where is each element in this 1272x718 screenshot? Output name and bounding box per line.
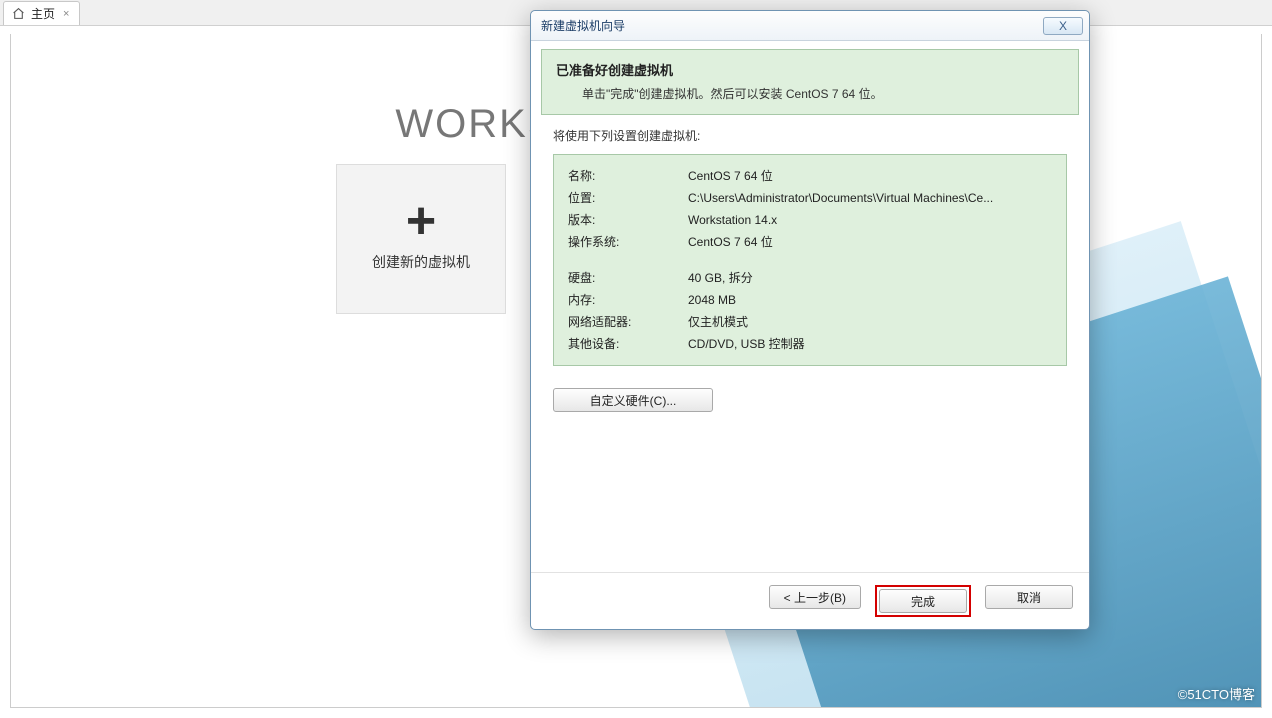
dialog-body: 将使用下列设置创建虚拟机: 名称:CentOS 7 64 位 位置:C:\Use… xyxy=(531,115,1089,572)
button-label: 自定义硬件(C)... xyxy=(590,392,677,409)
summary-row: 位置:C:\Users\Administrator\Documents\Virt… xyxy=(568,187,1052,209)
summary-key: 版本: xyxy=(568,209,688,231)
custom-hardware-row: 自定义硬件(C)... xyxy=(553,388,1067,412)
summary-row: 名称:CentOS 7 64 位 xyxy=(568,165,1052,187)
customize-hardware-button[interactable]: 自定义硬件(C)... xyxy=(553,388,713,412)
button-label: 取消 xyxy=(1017,589,1041,606)
summary-row: 其他设备:CD/DVD, USB 控制器 xyxy=(568,333,1052,355)
summary-value: 2048 MB xyxy=(688,289,1052,311)
summary-box: 名称:CentOS 7 64 位 位置:C:\Users\Administrat… xyxy=(553,154,1067,366)
dialog-intro: 将使用下列设置创建虚拟机: xyxy=(553,127,1067,144)
summary-key: 操作系统: xyxy=(568,231,688,253)
dialog-header-subtitle: 单击"完成"创建虚拟机。然后可以安装 CentOS 7 64 位。 xyxy=(556,85,1064,102)
dialog-title: 新建虚拟机向导 xyxy=(541,17,1043,34)
back-button[interactable]: < 上一步(B) xyxy=(769,585,861,609)
cancel-button[interactable]: 取消 xyxy=(985,585,1073,609)
summary-value: 40 GB, 拆分 xyxy=(688,267,1052,289)
summary-value: C:\Users\Administrator\Documents\Virtual… xyxy=(688,187,1052,209)
close-x-icon: X xyxy=(1059,19,1067,33)
summary-key: 内存: xyxy=(568,289,688,311)
summary-value: 仅主机模式 xyxy=(688,311,1052,333)
summary-row: 版本:Workstation 14.x xyxy=(568,209,1052,231)
summary-row: 操作系统:CentOS 7 64 位 xyxy=(568,231,1052,253)
summary-key: 网络适配器: xyxy=(568,311,688,333)
summary-key: 硬盘: xyxy=(568,267,688,289)
summary-value: CentOS 7 64 位 xyxy=(688,231,1052,253)
create-vm-card[interactable]: + 创建新的虚拟机 xyxy=(336,164,506,314)
dialog-header-title: 已准备好创建虚拟机 xyxy=(556,60,1064,79)
finish-highlight: 完成 xyxy=(875,585,971,617)
summary-key: 名称: xyxy=(568,165,688,187)
dialog-titlebar[interactable]: 新建虚拟机向导 X xyxy=(531,11,1089,41)
tab-label: 主页 xyxy=(31,5,55,22)
dialog-header: 已准备好创建虚拟机 单击"完成"创建虚拟机。然后可以安装 CentOS 7 64… xyxy=(541,49,1079,115)
finish-button[interactable]: 完成 xyxy=(879,589,967,613)
create-vm-label: 创建新的虚拟机 xyxy=(372,252,470,272)
summary-key: 位置: xyxy=(568,187,688,209)
summary-key: 其他设备: xyxy=(568,333,688,355)
watermark: ©51CTO博客 xyxy=(1178,684,1255,703)
summary-value: CD/DVD, USB 控制器 xyxy=(688,333,1052,355)
summary-value: CentOS 7 64 位 xyxy=(688,165,1052,187)
summary-value: Workstation 14.x xyxy=(688,209,1052,231)
dialog-close-button[interactable]: X xyxy=(1043,17,1083,35)
dialog-footer: < 上一步(B) 完成 取消 xyxy=(531,572,1089,629)
summary-row: 硬盘:40 GB, 拆分 xyxy=(568,267,1052,289)
summary-row: 网络适配器:仅主机模式 xyxy=(568,311,1052,333)
plus-icon: + xyxy=(406,206,436,237)
summary-row: 内存:2048 MB xyxy=(568,289,1052,311)
button-label: 完成 xyxy=(911,593,935,610)
close-icon[interactable]: × xyxy=(61,8,71,20)
tab-home[interactable]: 主页 × xyxy=(3,1,80,25)
button-label: < 上一步(B) xyxy=(784,589,846,606)
wizard-dialog: 新建虚拟机向导 X 已准备好创建虚拟机 单击"完成"创建虚拟机。然后可以安装 C… xyxy=(530,10,1090,630)
home-icon xyxy=(12,7,25,20)
